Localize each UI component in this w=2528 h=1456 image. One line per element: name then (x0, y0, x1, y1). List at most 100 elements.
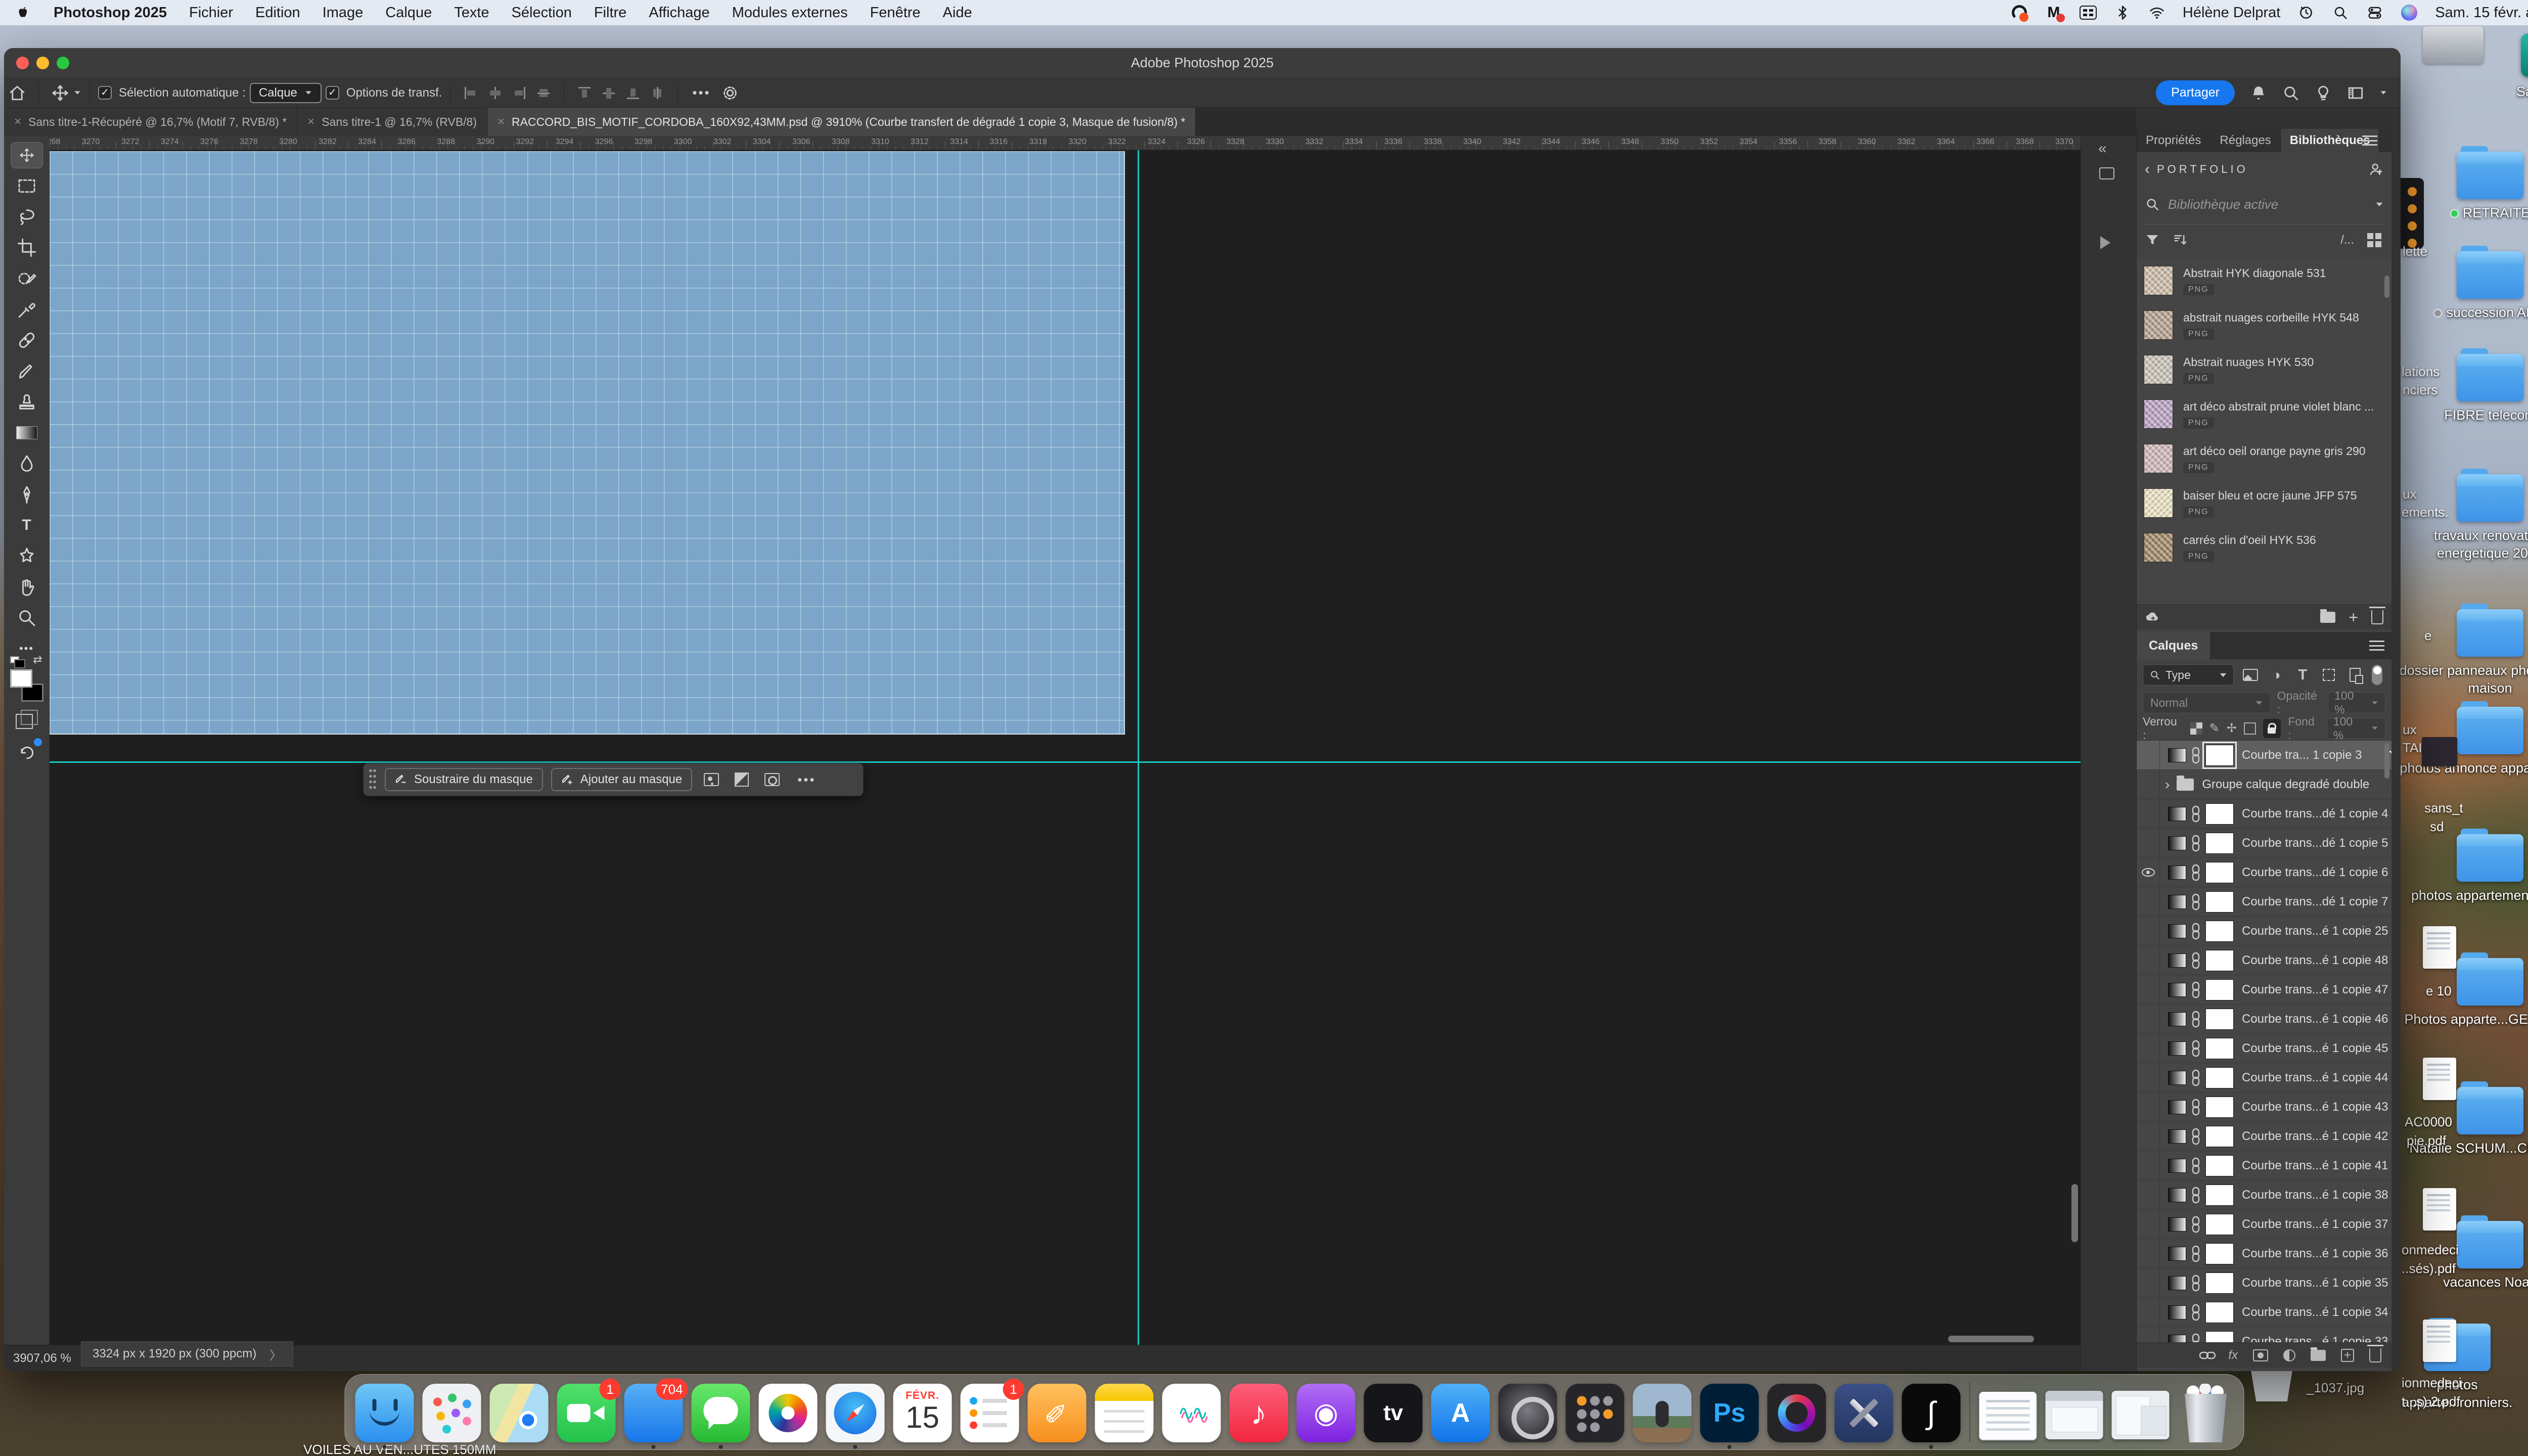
layer-mask-thumbnail[interactable] (2205, 1302, 2234, 1323)
filter-pixel-layers-icon[interactable] (2241, 665, 2260, 685)
visibility-cell[interactable] (2137, 1122, 2160, 1151)
dock-app-icon[interactable] (490, 1384, 549, 1442)
cloud-sync-icon[interactable] (2145, 610, 2160, 625)
desktop-folder[interactable]: RETRAITE (2397, 152, 2528, 222)
layer-name[interactable]: Courbe trans...dé 1 copie 4 (2242, 807, 2391, 821)
gradient-map-thumbnail[interactable] (2168, 1335, 2186, 1343)
sort-icon[interactable] (2173, 233, 2188, 248)
layer-name[interactable]: Courbe trans...é 1 copie 44 (2242, 1071, 2391, 1085)
fill-value[interactable]: 100 % (2327, 718, 2385, 739)
layer-mask-thumbnail[interactable] (2205, 891, 2234, 913)
dock-app-icon[interactable] (826, 1384, 885, 1442)
layer-name[interactable]: Courbe trans...é 1 copie 47 (2242, 983, 2391, 997)
group-chevron-icon[interactable]: › (2165, 777, 2170, 793)
status-app-icon-2[interactable]: M (2045, 4, 2062, 21)
layer-name[interactable]: Courbe trans...é 1 copie 43 (2242, 1100, 2391, 1114)
menu-aide[interactable]: Aide (943, 5, 972, 21)
library-item[interactable]: Abstrait HYK diagonale 531 PNG (2137, 258, 2391, 303)
transform-options-checkbox[interactable] (326, 86, 339, 100)
desktop-label-fragment[interactable]: onmedeci (2402, 1242, 2459, 1258)
menu-texte[interactable]: Texte (454, 5, 489, 21)
layer-mask-thumbnail[interactable] (2205, 1243, 2234, 1264)
visibility-cell[interactable] (2137, 829, 2160, 857)
add-mask-icon[interactable] (2253, 1349, 2268, 1361)
lock-artboard-icon[interactable] (2244, 722, 2256, 735)
minimized-document-thumbnail[interactable] (1979, 1392, 2037, 1440)
gradient-map-thumbnail[interactable] (2168, 836, 2186, 850)
horizontal-ruler[interactable]: 3268327032723274327632783280328232843286… (50, 136, 2081, 150)
layer-mask-thumbnail[interactable] (2205, 803, 2234, 825)
layer-mask-thumbnail[interactable] (2205, 833, 2234, 854)
gradient-map-thumbnail[interactable] (2168, 748, 2186, 762)
visibility-cell[interactable] (2137, 1005, 2160, 1033)
gradient-map-thumbnail[interactable] (2168, 1305, 2186, 1320)
gradient-tool[interactable] (11, 420, 43, 446)
filter-icon[interactable] (2145, 233, 2160, 248)
add-to-mask-button[interactable]: Ajouter au masque (551, 768, 692, 791)
mask-link-icon[interactable] (2190, 1128, 2201, 1145)
mask-link-icon[interactable] (2190, 1187, 2201, 1204)
document-tab[interactable]: ×RACCORD_BIS_MOTIF_CORDOBA_160X92,43MM.p… (487, 108, 1196, 136)
color-swatches[interactable]: ⇄ (10, 669, 43, 702)
window-titlebar[interactable]: Adobe Photoshop 2025 (4, 48, 2401, 78)
close-tab-icon[interactable]: × (14, 115, 21, 129)
desktop-folder[interactable]: succession AMÉ (2397, 251, 2528, 322)
mask-link-icon[interactable] (2190, 1275, 2201, 1292)
dock-app-icon[interactable] (1566, 1384, 1624, 1442)
visibility-cell[interactable] (2137, 1239, 2160, 1268)
blend-mode-dropdown[interactable]: Normal (2143, 692, 2271, 713)
layer-row[interactable]: › Courbe trans...é 1 copie 48 (2137, 946, 2391, 975)
document-canvas-grid[interactable] (50, 151, 1125, 735)
layers-panel-tab[interactable]: Calques (2137, 632, 2210, 659)
library-item[interactable]: baiser bleu et ocre jaune JFP 575 PNG (2137, 481, 2391, 525)
distribute-vertical-icon[interactable] (648, 83, 667, 103)
desktop-label-fragment[interactable]: t...s) 2.pdf (2402, 1394, 2460, 1409)
document-info[interactable]: 3324 px x 1920 px (300 ppcm)〉 (81, 1341, 293, 1367)
dock-app-icon[interactable] (1768, 1384, 1826, 1442)
layer-name[interactable]: Courbe trans...é 1 copie 33 (2242, 1335, 2391, 1343)
close-tab-icon[interactable]: × (307, 115, 314, 129)
filter-adjustment-layers-icon[interactable]: ◑ (2267, 665, 2286, 685)
eyedropper-tool[interactable] (11, 296, 43, 323)
vertical-guide[interactable] (1138, 150, 1139, 1345)
mask-link-icon[interactable] (2190, 805, 2201, 823)
layer-name[interactable]: Groupe calque degradé double (2202, 778, 2391, 792)
desktop-label-fragment[interactable]: ux (2403, 486, 2416, 502)
panel-tab[interactable]: Réglages (2210, 129, 2280, 152)
visibility-cell[interactable] (2137, 1210, 2160, 1239)
layer-row[interactable]: › Courbe trans...dé 1 copie 5 (2137, 829, 2391, 858)
visibility-cell[interactable] (2137, 1034, 2160, 1063)
back-chevron-icon[interactable]: ‹ (2145, 161, 2150, 178)
desktop-label-fragment[interactable]: ux (2403, 722, 2416, 738)
visibility-cell[interactable] (2137, 1151, 2160, 1180)
panel-tab[interactable]: Propriétés (2137, 129, 2210, 152)
menu-filtre[interactable]: Filtre (594, 5, 626, 21)
gradient-map-thumbnail[interactable] (2168, 983, 2186, 997)
blur-tool[interactable] (11, 450, 43, 477)
mask-link-icon[interactable] (2190, 981, 2201, 998)
visibility-cell[interactable] (2137, 1298, 2160, 1327)
layer-row[interactable]: › Courbe trans...é 1 copie 33 (2137, 1327, 2391, 1342)
mask-link-icon[interactable] (2190, 952, 2201, 969)
visibility-cell[interactable] (2137, 975, 2160, 1004)
layer-mask-thumbnail[interactable] (2205, 862, 2234, 883)
desktop-label-fragment[interactable]: _1037.jpg (2307, 1380, 2364, 1396)
menu-edition[interactable]: Edition (255, 5, 300, 21)
share-button[interactable]: Partager (2156, 80, 2235, 105)
desktop-label-fragment[interactable]: sd (2430, 819, 2444, 835)
mask-link-icon[interactable] (2190, 1304, 2201, 1321)
visibility-cell[interactable] (2137, 799, 2160, 828)
search-icon[interactable] (2282, 84, 2299, 102)
workspace-icon[interactable] (2347, 84, 2364, 102)
library-name[interactable]: PORTFOLIO (2157, 163, 2248, 176)
mask-link-icon[interactable] (2190, 1157, 2201, 1174)
link-layers-icon[interactable] (2202, 1347, 2213, 1364)
dock-app-icon[interactable]: ∫ (1902, 1384, 1961, 1442)
desktop-label-fragment[interactable]: e 10 (2426, 983, 2452, 999)
mask-link-icon[interactable] (2190, 893, 2201, 911)
gear-icon[interactable] (717, 81, 743, 105)
layer-name[interactable]: Courbe trans...é 1 copie 36 (2242, 1247, 2391, 1261)
bluetooth-icon[interactable] (2114, 4, 2131, 21)
desktop-folder[interactable]: Photos apparte...GE / CAFÉ (2397, 958, 2528, 1028)
dock-app-icon[interactable] (1162, 1384, 1221, 1442)
